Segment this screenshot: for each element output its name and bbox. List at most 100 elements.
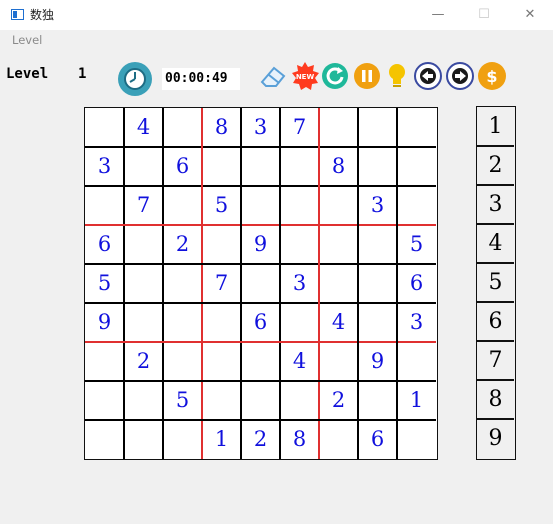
sudoku-cell[interactable]: 8 [280, 420, 319, 459]
sudoku-cell[interactable] [280, 225, 319, 264]
number-button[interactable]: 3 [477, 185, 514, 224]
number-button[interactable]: 4 [477, 224, 514, 263]
sudoku-cell[interactable] [397, 108, 436, 147]
sudoku-cell[interactable]: 4 [280, 342, 319, 381]
sudoku-cell[interactable] [124, 264, 163, 303]
sudoku-cell[interactable]: 1 [202, 420, 241, 459]
sudoku-cell[interactable]: 8 [319, 147, 358, 186]
sudoku-cell[interactable] [358, 381, 397, 420]
sudoku-cell[interactable] [319, 264, 358, 303]
minimize-button[interactable]: — [415, 0, 461, 30]
sudoku-cell[interactable] [85, 108, 124, 147]
hint-bulb-icon[interactable] [386, 62, 408, 90]
sudoku-cell[interactable]: 3 [85, 147, 124, 186]
clock-icon[interactable] [118, 62, 152, 96]
pause-icon[interactable] [354, 63, 380, 89]
sudoku-cell[interactable]: 4 [124, 108, 163, 147]
back-arrow-icon[interactable] [414, 62, 442, 90]
sudoku-cell[interactable]: 2 [124, 342, 163, 381]
sudoku-cell[interactable] [241, 342, 280, 381]
sudoku-cell[interactable]: 9 [241, 225, 280, 264]
sudoku-cell[interactable]: 2 [319, 381, 358, 420]
number-button[interactable]: 1 [477, 107, 514, 146]
sudoku-cell[interactable] [397, 186, 436, 225]
sudoku-cell[interactable] [124, 147, 163, 186]
sudoku-cell[interactable] [163, 108, 202, 147]
sudoku-cell[interactable] [85, 186, 124, 225]
sudoku-cell[interactable]: 5 [163, 381, 202, 420]
forward-arrow-icon[interactable] [446, 62, 474, 90]
sudoku-cell[interactable] [280, 147, 319, 186]
number-button[interactable]: 6 [477, 302, 514, 341]
sudoku-cell[interactable] [124, 303, 163, 342]
sudoku-cell[interactable] [163, 264, 202, 303]
sudoku-cell[interactable] [397, 342, 436, 381]
sudoku-cell[interactable]: 6 [163, 147, 202, 186]
menu-item-level[interactable]: Level [12, 33, 42, 47]
sudoku-cell[interactable]: 6 [397, 264, 436, 303]
sudoku-cell[interactable] [358, 225, 397, 264]
sudoku-cell[interactable] [202, 225, 241, 264]
sudoku-cell[interactable]: 8 [202, 108, 241, 147]
sudoku-cell[interactable] [124, 420, 163, 459]
sudoku-cell[interactable]: 9 [85, 303, 124, 342]
sudoku-cell[interactable]: 1 [397, 381, 436, 420]
sudoku-cell[interactable]: 6 [241, 303, 280, 342]
sudoku-cell[interactable]: 5 [397, 225, 436, 264]
sudoku-cell[interactable] [319, 420, 358, 459]
number-button[interactable]: 8 [477, 380, 514, 419]
sudoku-cell[interactable] [202, 303, 241, 342]
sudoku-cell[interactable]: 9 [358, 342, 397, 381]
sudoku-cell[interactable] [319, 186, 358, 225]
sudoku-cell[interactable] [163, 342, 202, 381]
sudoku-cell[interactable] [280, 186, 319, 225]
sudoku-cell[interactable] [319, 108, 358, 147]
sudoku-cell[interactable] [202, 342, 241, 381]
sudoku-cell[interactable] [280, 381, 319, 420]
sudoku-cell[interactable] [319, 225, 358, 264]
sudoku-cell[interactable]: 2 [163, 225, 202, 264]
coin-icon[interactable]: $ [478, 62, 506, 90]
sudoku-cell[interactable]: 7 [202, 264, 241, 303]
maximize-button[interactable]: ☐ [461, 0, 507, 30]
sudoku-cell[interactable] [124, 225, 163, 264]
restart-icon[interactable] [322, 63, 348, 89]
sudoku-cell[interactable] [397, 147, 436, 186]
sudoku-cell[interactable] [241, 381, 280, 420]
sudoku-cell[interactable] [241, 186, 280, 225]
sudoku-cell[interactable] [397, 420, 436, 459]
sudoku-cell[interactable] [202, 381, 241, 420]
sudoku-cell[interactable] [163, 303, 202, 342]
sudoku-cell[interactable] [163, 420, 202, 459]
number-button[interactable]: 7 [477, 341, 514, 380]
sudoku-cell[interactable] [358, 147, 397, 186]
sudoku-cell[interactable]: 5 [202, 186, 241, 225]
sudoku-cell[interactable]: 6 [85, 225, 124, 264]
sudoku-cell[interactable]: 3 [358, 186, 397, 225]
sudoku-cell[interactable]: 4 [319, 303, 358, 342]
sudoku-cell[interactable]: 3 [280, 264, 319, 303]
sudoku-cell[interactable] [124, 381, 163, 420]
sudoku-cell[interactable] [358, 108, 397, 147]
sudoku-cell[interactable]: 3 [241, 108, 280, 147]
number-button[interactable]: 2 [477, 146, 514, 185]
sudoku-cell[interactable]: 6 [358, 420, 397, 459]
sudoku-cell[interactable] [319, 342, 358, 381]
sudoku-cell[interactable] [85, 342, 124, 381]
sudoku-cell[interactable] [358, 303, 397, 342]
sudoku-cell[interactable] [280, 303, 319, 342]
sudoku-cell[interactable] [85, 381, 124, 420]
sudoku-cell[interactable]: 5 [85, 264, 124, 303]
sudoku-cell[interactable] [85, 420, 124, 459]
sudoku-cell[interactable]: 7 [280, 108, 319, 147]
eraser-icon[interactable] [258, 62, 288, 90]
sudoku-cell[interactable] [202, 147, 241, 186]
new-game-icon[interactable]: NEW [290, 61, 320, 91]
close-button[interactable]: ✕ [507, 0, 553, 30]
number-button[interactable]: 9 [477, 419, 514, 458]
sudoku-cell[interactable]: 3 [397, 303, 436, 342]
sudoku-cell[interactable] [358, 264, 397, 303]
sudoku-cell[interactable]: 7 [124, 186, 163, 225]
sudoku-cell[interactable] [241, 264, 280, 303]
sudoku-cell[interactable]: 2 [241, 420, 280, 459]
